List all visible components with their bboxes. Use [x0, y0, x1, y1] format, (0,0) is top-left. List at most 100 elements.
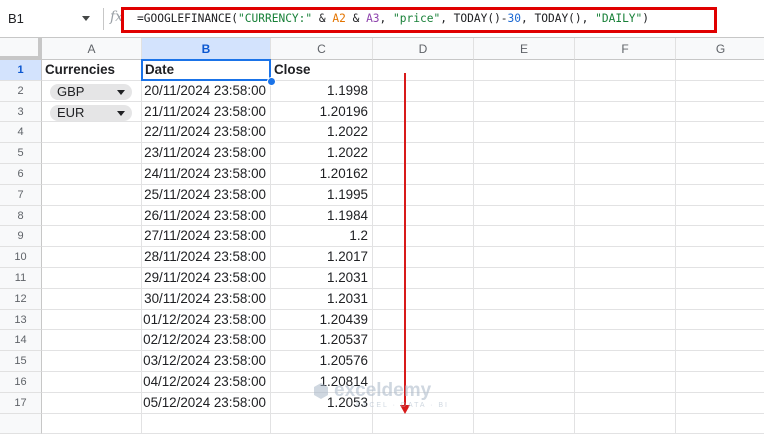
cell-d[interactable]: [373, 268, 474, 289]
cell-e[interactable]: [474, 205, 575, 227]
cell-g[interactable]: [676, 60, 764, 81]
cell-e[interactable]: [474, 330, 575, 352]
cell-f[interactable]: [575, 205, 676, 227]
row-header[interactable]: 6: [0, 164, 42, 185]
cell-g[interactable]: [676, 102, 764, 123]
cell-a[interactable]: [42, 413, 142, 434]
cell-d[interactable]: [373, 164, 474, 185]
cell-f[interactable]: [575, 226, 676, 248]
cell-f[interactable]: [575, 288, 676, 310]
name-box-dropdown-icon[interactable]: [82, 16, 90, 21]
cell-g[interactable]: [676, 351, 764, 372]
cell-c[interactable]: 1.20576: [271, 351, 373, 372]
row-header[interactable]: 16: [0, 372, 42, 393]
cell-f[interactable]: [575, 143, 676, 164]
cell-b[interactable]: 23/11/2024 23:58:00: [142, 143, 271, 164]
cell-c[interactable]: 1.20537: [271, 330, 373, 352]
cell-e[interactable]: [474, 268, 575, 289]
cell-g[interactable]: [676, 330, 764, 352]
row-header[interactable]: 12: [0, 288, 42, 310]
cell-d[interactable]: [373, 226, 474, 248]
cell-e[interactable]: [474, 288, 575, 310]
cell-b[interactable]: 01/12/2024 23:58:00: [142, 309, 271, 331]
cell-c[interactable]: 1.2031: [271, 288, 373, 310]
cell-d[interactable]: [373, 80, 474, 102]
cell-a[interactable]: [42, 288, 142, 310]
column-header-b[interactable]: B: [142, 38, 271, 60]
cell-e[interactable]: [474, 143, 575, 164]
cell-b[interactable]: 20/11/2024 23:58:00: [142, 80, 271, 102]
cell-d[interactable]: [373, 143, 474, 164]
cell-f[interactable]: [575, 372, 676, 393]
cell-g[interactable]: [676, 122, 764, 144]
cell-g[interactable]: [676, 372, 764, 393]
cell-e[interactable]: [474, 101, 575, 123]
cell-f[interactable]: [575, 184, 676, 206]
cell-a[interactable]: [42, 143, 142, 164]
cell-b[interactable]: 30/11/2024 23:58:00: [142, 288, 271, 310]
cell-a[interactable]: Currencies: [42, 60, 142, 81]
cell-f[interactable]: [575, 351, 676, 372]
cell-f[interactable]: [575, 330, 676, 352]
row-header[interactable]: 17: [0, 392, 42, 414]
chevron-down-icon[interactable]: [117, 89, 125, 95]
cell-b[interactable]: 25/11/2024 23:58:00: [142, 184, 271, 206]
cell-a[interactable]: [42, 268, 142, 289]
cell-a[interactable]: [42, 372, 142, 393]
cell-d[interactable]: [373, 122, 474, 144]
cell-a[interactable]: [42, 392, 142, 414]
cell-e[interactable]: [474, 351, 575, 372]
cell-c[interactable]: 1.1984: [271, 205, 373, 227]
cell-g[interactable]: [676, 393, 764, 414]
cell-a[interactable]: [42, 205, 142, 227]
column-header-f[interactable]: F: [575, 38, 676, 60]
cell-d[interactable]: [373, 60, 474, 81]
cell-g[interactable]: [676, 414, 764, 434]
cell-c[interactable]: 1.2022: [271, 122, 373, 144]
cell-c[interactable]: [271, 413, 373, 434]
row-header[interactable]: 7: [0, 184, 42, 206]
row-header[interactable]: 9: [0, 226, 42, 248]
currency-dropdown-chip[interactable]: GBP: [50, 83, 132, 100]
cell-d[interactable]: [373, 351, 474, 372]
cell-e[interactable]: [474, 309, 575, 331]
cell-c[interactable]: Close: [271, 60, 373, 81]
cell-e[interactable]: [474, 413, 575, 434]
cell-b[interactable]: 21/11/2024 23:58:00: [142, 101, 271, 123]
column-header-g[interactable]: G: [676, 38, 764, 60]
column-header-e[interactable]: E: [474, 38, 575, 60]
row-header[interactable]: 14: [0, 330, 42, 352]
cell-g[interactable]: [676, 247, 764, 268]
cell-d[interactable]: [373, 288, 474, 310]
cell-c[interactable]: 1.20439: [271, 309, 373, 331]
row-header[interactable]: 8: [0, 205, 42, 227]
row-header[interactable]: 11: [0, 268, 42, 289]
cell-f[interactable]: [575, 309, 676, 331]
column-header-a[interactable]: A: [42, 38, 142, 60]
cell-b[interactable]: 04/12/2024 23:58:00: [142, 372, 271, 393]
cell-a[interactable]: [42, 226, 142, 248]
row-header[interactable]: 10: [0, 247, 42, 268]
cell-g[interactable]: [676, 206, 764, 227]
cell-c[interactable]: 1.2017: [271, 247, 373, 268]
cell-g[interactable]: [676, 143, 764, 164]
cell-f[interactable]: [575, 122, 676, 144]
cell-f[interactable]: [575, 392, 676, 414]
fill-handle[interactable]: [267, 76, 276, 86]
cell-d[interactable]: [373, 184, 474, 206]
cell-g[interactable]: [676, 185, 764, 206]
cell-b[interactable]: 24/11/2024 23:58:00: [142, 164, 271, 185]
cell-g[interactable]: [676, 81, 764, 102]
cell-e[interactable]: [474, 80, 575, 102]
cell-g[interactable]: [676, 164, 764, 185]
cell-b[interactable]: 03/12/2024 23:58:00: [142, 351, 271, 372]
cell-e[interactable]: [474, 164, 575, 185]
cell-d[interactable]: [373, 413, 474, 434]
cell-a[interactable]: [42, 164, 142, 185]
currency-dropdown-chip[interactable]: EUR: [50, 104, 132, 121]
cell-f[interactable]: [575, 413, 676, 434]
row-header[interactable]: [0, 413, 42, 434]
cell-e[interactable]: [474, 184, 575, 206]
cell-c[interactable]: 1.2031: [271, 268, 373, 289]
cell-f[interactable]: [575, 80, 676, 102]
